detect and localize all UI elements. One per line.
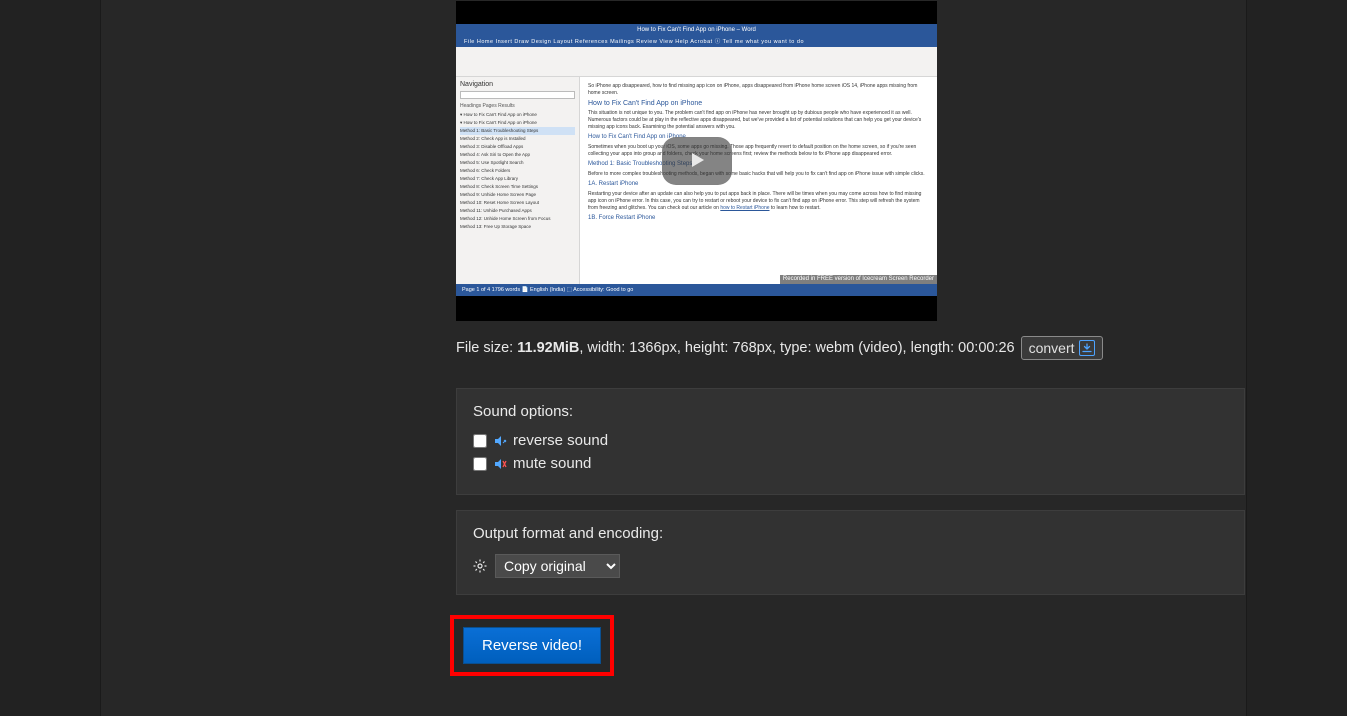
reverse-sound-row[interactable]: reverse sound xyxy=(473,432,1228,449)
word-status-bar: Page 1 of 4 1796 words 📄 English (India)… xyxy=(456,284,937,296)
sound-options-panel: Sound options: reverse sound mute sound xyxy=(456,388,1245,495)
doc-subheading: Method 1: Basic Troubleshooting Steps xyxy=(588,161,929,168)
gear-icon xyxy=(473,559,487,573)
navigation-item: Method 12: Unhide Home Screen from Focus xyxy=(460,215,575,223)
reverse-video-button-label: Reverse video! xyxy=(482,637,582,654)
reverse-sound-label: reverse sound xyxy=(513,432,608,449)
file-size-label: File size: xyxy=(456,340,517,356)
submit-highlight-box: Reverse video! xyxy=(450,615,614,676)
navigation-item: Method 4: Ask Siri to Open the App xyxy=(460,151,575,159)
navigation-pane: Navigation Headings Pages Results ▾ How … xyxy=(456,77,580,284)
navigation-search xyxy=(460,91,575,99)
reverse-sound-checkbox[interactable] xyxy=(473,434,487,448)
navigation-item: Method 9: Unhide Home Screen Page xyxy=(460,191,575,199)
output-format-title: Output format and encoding: xyxy=(473,525,1228,542)
navigation-title: Navigation xyxy=(460,81,575,88)
mute-sound-row[interactable]: mute sound xyxy=(473,455,1228,472)
doc-subheading: 1B. Force Restart iPhone xyxy=(588,215,929,222)
output-format-select[interactable]: Copy original xyxy=(495,554,620,578)
navigation-item: ▾ How to Fix Can't Find App on iPhone xyxy=(460,119,575,127)
navigation-item: Method 6: Check Folders xyxy=(460,167,575,175)
file-metadata: File size: 11.92MiB, width: 1366px, heig… xyxy=(456,336,1246,360)
navigation-item: Method 2: Check App is Installed xyxy=(460,135,575,143)
mute-sound-checkbox[interactable] xyxy=(473,457,487,471)
word-ribbon xyxy=(456,47,937,77)
file-size-value: 11.92MiB xyxy=(517,340,579,356)
doc-paragraph: Before to more complex troubleshooting m… xyxy=(588,171,929,178)
recorder-watermark: Recorded in FREE version of Icecream Scr… xyxy=(780,275,937,284)
play-icon xyxy=(685,148,709,175)
word-ribbon-tabs: File Home Insert Draw Design Layout Refe… xyxy=(456,37,937,47)
navigation-item: Method 10: Reset Home Screen Layout xyxy=(460,199,575,207)
file-meta-rest: , width: 1366px, height: 768px, type: we… xyxy=(579,340,1014,356)
download-icon xyxy=(1079,340,1095,356)
video-preview[interactable]: How to Fix Can't Find App on iPhone – Wo… xyxy=(456,1,937,321)
navigation-item: Method 5: Use Spotlight Search xyxy=(460,159,575,167)
navigation-item: Method 3: Disable Offload Apps xyxy=(460,143,575,151)
navigation-item: Method 13: Free Up Storage Space xyxy=(460,223,575,231)
reverse-video-button[interactable]: Reverse video! xyxy=(463,627,601,664)
navigation-item: Method 8: Check Screen Time Settings xyxy=(460,183,575,191)
word-window-title: How to Fix Can't Find App on iPhone – Wo… xyxy=(456,24,937,37)
doc-paragraph: Restarting your device after an update c… xyxy=(588,191,929,212)
document-canvas: So iPhone app disappeared, how to find m… xyxy=(580,77,937,284)
navigation-item: Method 7: Check App Library xyxy=(460,175,575,183)
doc-heading: How to Fix Can't Find App on iPhone xyxy=(588,100,929,107)
navigation-item: ▾ How to Fix Can't Find App on iPhone xyxy=(460,111,575,119)
convert-button-label: convert xyxy=(1029,340,1075,356)
doc-pre-text: So iPhone app disappeared, how to find m… xyxy=(588,83,929,97)
sound-options-title: Sound options: xyxy=(473,403,1228,420)
play-button[interactable] xyxy=(662,137,732,185)
reverse-sound-icon xyxy=(493,434,507,448)
navigation-list: ▾ How to Fix Can't Find App on iPhone ▾ … xyxy=(460,111,575,231)
doc-subheading: How to Fix Can't Find App on iPhone xyxy=(588,134,929,141)
navigation-tabs: Headings Pages Results xyxy=(460,103,575,109)
doc-paragraph: This situation is not unique to you. The… xyxy=(588,110,929,131)
doc-subheading: 1A. Restart iPhone xyxy=(588,181,929,188)
doc-paragraph: Sometimes when you boot up your iOS, som… xyxy=(588,144,929,158)
output-format-panel: Output format and encoding: Copy origina… xyxy=(456,510,1245,595)
convert-button[interactable]: convert xyxy=(1021,336,1103,360)
mute-sound-label: mute sound xyxy=(513,455,591,472)
navigation-item: Method 11: Unhide Purchased Apps xyxy=(460,207,575,215)
navigation-item: Method 1: Basic Troubleshooting Steps xyxy=(460,127,575,135)
mute-sound-icon xyxy=(493,457,507,471)
